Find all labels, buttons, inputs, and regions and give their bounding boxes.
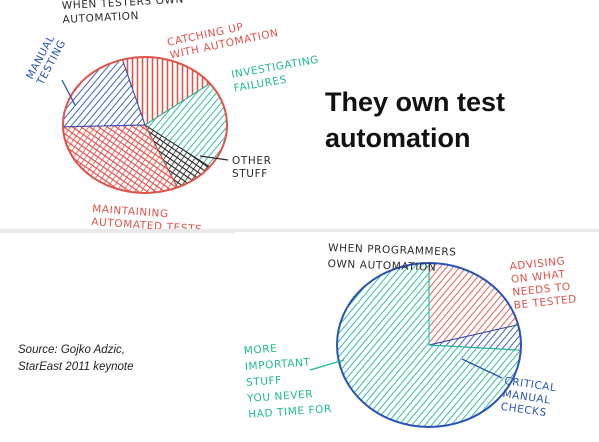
slide-headline: They own test automation — [325, 87, 506, 153]
pie1-label-catching-up: CATCHING UPWITH AUTOMATION — [166, 14, 280, 61]
pie2-label-advising: ADVISINGON WHATNEEDS TOBE TESTED — [509, 254, 577, 311]
pie2-label-critical-checks: CRITICALMANUALCHECKS — [500, 375, 557, 420]
source-line-2: StarEast 2011 keynote — [18, 361, 134, 373]
top-sketch-panel: WHEN TESTERS OWNAUTOMATION CATCHING UPWIT… — [0, 0, 320, 236]
pie1-label-investigating: INVESTIGATINGFAILURES — [230, 54, 322, 95]
pie-chart-testers-own-automation: WHEN TESTERS OWNAUTOMATIONCATCHING UPWIT… — [24, 0, 320, 236]
pie1-label-manual-testing: MANUALTESTING — [24, 32, 69, 88]
pie-chart-programmers-own-automation: WHEN PROGRAMMERSOWN AUTOMATION ADVISINGON… — [242, 242, 577, 428]
pie1-label-other-stuff: OTHER STUFF — [232, 155, 272, 180]
source-line-1: Source: Gojko Adzic, — [18, 344, 125, 356]
pie2-label-more-important: MOREIMPORTANTSTUFFYOU NEVERHAD TIME FOR — [242, 339, 332, 421]
source-citation: Source: Gojko Adzic, StarEast 2011 keyno… — [18, 342, 218, 376]
pie1-title: WHEN TESTERS OWNAUTOMATION — [62, 0, 185, 26]
bottom-sketch-panel: WHEN PROGRAMMERSOWN AUTOMATION ADVISINGON… — [234, 232, 599, 442]
